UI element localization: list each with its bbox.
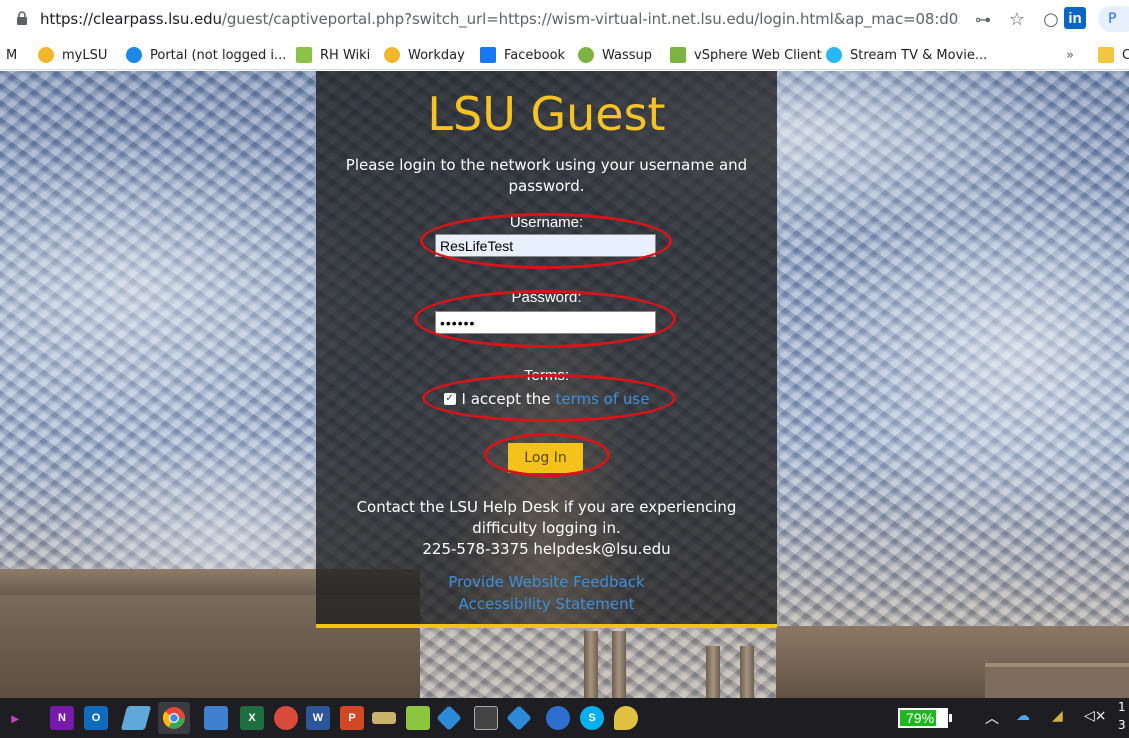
snipping-icon[interactable]	[274, 706, 298, 730]
notepad-icon[interactable]	[120, 706, 152, 730]
terms-of-use-link[interactable]: terms of use	[555, 390, 649, 408]
page-title: LSU Guest	[427, 87, 666, 141]
help-desk-message: Contact the LSU Help Desk if you are exp…	[356, 498, 737, 537]
login-button[interactable]: Log In	[508, 443, 583, 473]
extension-circle-icon[interactable]: ○	[1040, 8, 1062, 30]
bookmark-workday[interactable]: Workday	[384, 45, 465, 65]
start-icon[interactable]: ▸	[10, 706, 20, 730]
login-instructions: Please login to the network using your u…	[345, 156, 748, 195]
network-secondary-icon[interactable]	[506, 705, 532, 731]
network-icon[interactable]	[436, 705, 462, 731]
username-input[interactable]	[435, 234, 656, 257]
wassup-icon	[578, 47, 594, 63]
terms-prefix: I accept the	[461, 390, 551, 408]
wiki-icon	[296, 47, 312, 63]
password-input[interactable]	[435, 311, 656, 334]
battery-nub	[949, 714, 952, 722]
address-bar[interactable]: https://clearpass.lsu.edu/guest/captivep…	[0, 0, 1129, 38]
windows-taskbar: ▸ N O X W P S 79% ︿ ☁ ◢ ◁× 1 3	[0, 698, 1129, 738]
onenote-icon[interactable]: N	[50, 706, 74, 730]
skype-icon[interactable]: S	[580, 706, 604, 730]
chrome-icon[interactable]	[158, 702, 190, 734]
bookmark-rh-wiki[interactable]: RH Wiki	[296, 45, 370, 65]
paint-icon[interactable]	[614, 706, 638, 730]
profile-button[interactable]: P	[1098, 6, 1129, 32]
clock-text[interactable]: 1	[1118, 700, 1126, 714]
tiger-icon	[38, 47, 54, 63]
battery-indicator[interactable]: 79%	[898, 708, 948, 728]
linkedin-icon[interactable]: in	[1064, 7, 1086, 29]
vsphere-icon	[670, 47, 686, 63]
folder-icon	[1098, 47, 1114, 63]
battery-percent: 79%	[906, 710, 935, 726]
outlook-icon[interactable]: O	[84, 706, 108, 730]
remote-desktop-icon[interactable]	[204, 706, 228, 730]
login-panel: LSU Guest Please login to the network us…	[316, 71, 777, 628]
bookmark-wassup[interactable]: Wassup	[578, 45, 652, 65]
bookmark-vsphere[interactable]: vSphere Web Client	[670, 45, 822, 65]
background-column	[612, 631, 626, 698]
bookmarks-bar: M myLSU Portal (not logged i... RH Wiki …	[0, 38, 1129, 70]
background-column	[584, 631, 598, 698]
excel-icon[interactable]: X	[240, 706, 264, 730]
username-label: Username:	[509, 214, 584, 231]
globe-icon	[126, 47, 142, 63]
background-building-far-right	[985, 663, 1129, 698]
terms-checkbox[interactable]: ✓	[443, 393, 456, 405]
url-host: https://clearpass.lsu.edu	[40, 10, 222, 28]
url-text[interactable]: https://clearpass.lsu.edu/guest/captivep…	[40, 10, 960, 28]
facebook-icon	[480, 47, 496, 63]
star-icon[interactable]: ☆	[1006, 8, 1028, 30]
browser-icon[interactable]	[546, 706, 570, 730]
help-desk-text: Contact the LSU Help Desk if you are exp…	[336, 497, 757, 560]
captive-portal-page: LSU Guest Please login to the network us…	[0, 71, 1129, 698]
terms-label: Terms:	[524, 367, 569, 384]
accessibility-link[interactable]: Accessibility Statement	[316, 595, 777, 613]
att-globe-icon	[826, 47, 842, 63]
bookmark-facebook[interactable]: Facebook	[480, 45, 565, 65]
url-path: /guest/captiveportal.php?switch_url=http…	[221, 10, 960, 28]
bookmark-folder[interactable]: C	[1098, 45, 1129, 65]
bookmarks-overflow-button[interactable]: »	[1066, 45, 1074, 65]
onedrive-icon[interactable]: ☁	[1016, 708, 1030, 724]
bookmark-stream-tv[interactable]: Stream TV & Movie...	[826, 45, 987, 65]
clock-text-secondary: 3	[1118, 718, 1126, 732]
chrome-logo-icon	[162, 707, 185, 729]
terms-row: ✓ I accept the terms of use	[316, 390, 777, 408]
background-column	[706, 646, 720, 698]
help-desk-contact: 225-578-3375 helpdesk@lsu.edu	[422, 540, 671, 558]
key-icon[interactable]: ⊶	[972, 8, 994, 30]
powerpoint-icon[interactable]: P	[340, 706, 364, 730]
tiger-icon	[384, 47, 400, 63]
feedback-link[interactable]: Provide Website Feedback	[316, 573, 777, 591]
background-column	[740, 646, 754, 698]
bookmark-item[interactable]: M	[6, 45, 17, 65]
password-label: Password:	[511, 289, 582, 306]
word-icon[interactable]: W	[306, 706, 330, 730]
lock-icon	[17, 11, 27, 25]
volume-muted-icon[interactable]: ◁×	[1084, 708, 1107, 724]
bookmark-mylsu[interactable]: myLSU	[38, 45, 107, 65]
bookmark-portal[interactable]: Portal (not logged i...	[126, 45, 286, 65]
chevron-up-icon[interactable]: ︿	[985, 708, 999, 728]
vsphere-icon[interactable]	[406, 706, 430, 730]
terminal-icon[interactable]	[474, 706, 498, 730]
stapler-icon[interactable]	[372, 712, 396, 724]
wifi-icon[interactable]: ◢	[1052, 708, 1063, 724]
